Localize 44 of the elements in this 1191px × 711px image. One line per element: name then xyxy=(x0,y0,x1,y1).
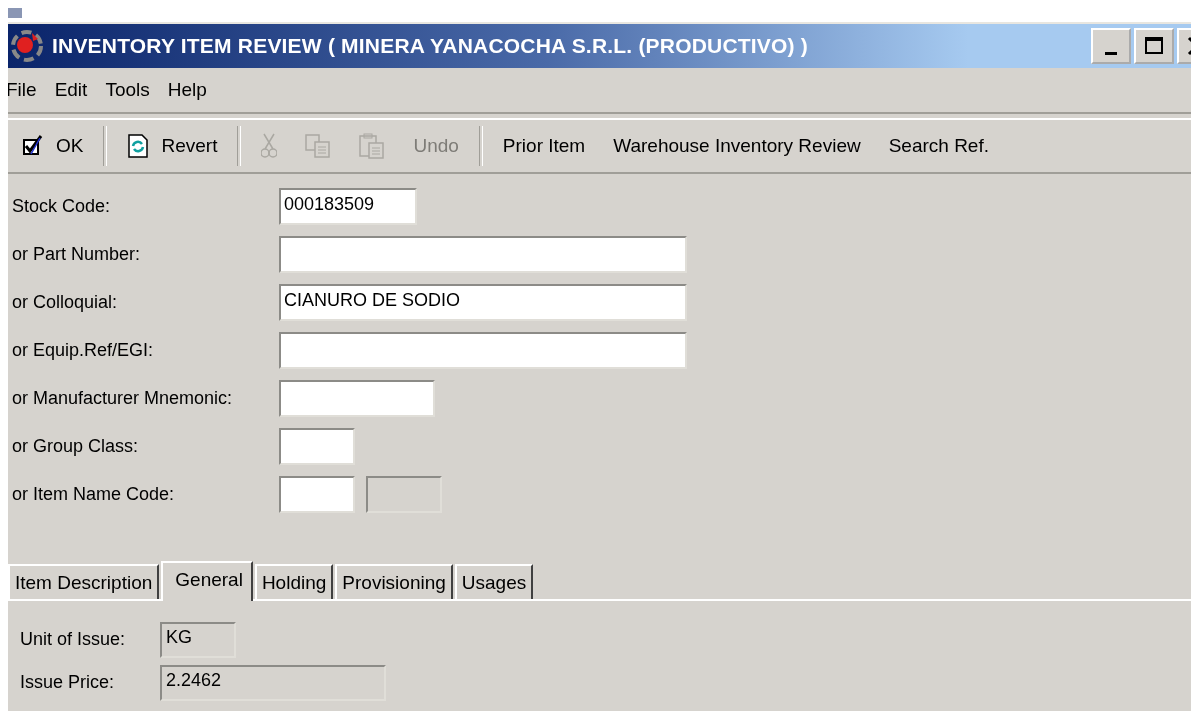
input-field[interactable] xyxy=(279,428,355,465)
tab[interactable]: Holding xyxy=(254,564,334,599)
toolbar-button[interactable]: OK xyxy=(8,126,98,166)
input-field[interactable] xyxy=(279,236,687,273)
tab[interactable]: General xyxy=(161,561,253,601)
maximize-icon xyxy=(1144,36,1164,56)
tab[interactable]: Provisioning xyxy=(335,564,453,599)
minimize-icon xyxy=(1105,51,1117,55)
toolbar-button[interactable]: Warehouse Inventory Review xyxy=(599,126,875,166)
field-label: or Equip.Ref/EGI: xyxy=(12,340,155,361)
tab[interactable]: Item Description xyxy=(8,564,160,599)
app-logo-icon xyxy=(10,29,44,63)
refresh-icon xyxy=(127,134,150,158)
menu-item[interactable]: Tools xyxy=(105,79,162,101)
field-label: or Part Number: xyxy=(12,244,142,265)
tab[interactable]: Usages xyxy=(454,564,534,599)
input-field[interactable]: CIANURO DE SODIO xyxy=(279,284,687,321)
input-field[interactable] xyxy=(279,332,687,369)
menu-item[interactable]: Help xyxy=(167,79,219,101)
window-icon xyxy=(8,8,22,18)
field-label: Unit of Issue: xyxy=(20,629,127,650)
toolbar-button[interactable]: Prior Item xyxy=(488,126,600,166)
readonly-field: 2.2462 xyxy=(160,664,386,701)
field-label: Stock Code: xyxy=(12,196,112,217)
copy-icon xyxy=(305,134,332,158)
input-field[interactable] xyxy=(279,476,355,513)
input-field[interactable] xyxy=(279,380,435,417)
input-field[interactable]: 000183509 xyxy=(279,188,417,225)
menu-item[interactable]: File xyxy=(8,79,49,101)
field-label: or Group Class: xyxy=(12,436,140,457)
checkbox-icon xyxy=(22,135,44,157)
minimize-button[interactable] xyxy=(1091,28,1131,64)
window-title: INVENTORY ITEM REVIEW ( MINERA YANACOCHA S.R.L. (PRODUCTIVO) ) xyxy=(52,34,808,58)
clipboard-icon xyxy=(359,133,386,159)
field-label: or Item Name Code: xyxy=(12,484,176,505)
field-label: Issue Price: xyxy=(20,672,116,693)
toolbar-button[interactable]: Search Ref. xyxy=(874,126,1003,166)
scissors-icon xyxy=(261,133,278,159)
readonly-field: KG xyxy=(160,621,236,658)
maximize-button[interactable] xyxy=(1134,28,1174,64)
field-label: or Colloquial: xyxy=(12,292,119,313)
field-label: or Manufacturer Mnemonic: xyxy=(12,388,234,409)
toolbar-button[interactable]: Revert xyxy=(113,126,232,166)
menu-item[interactable]: Edit xyxy=(54,79,100,101)
